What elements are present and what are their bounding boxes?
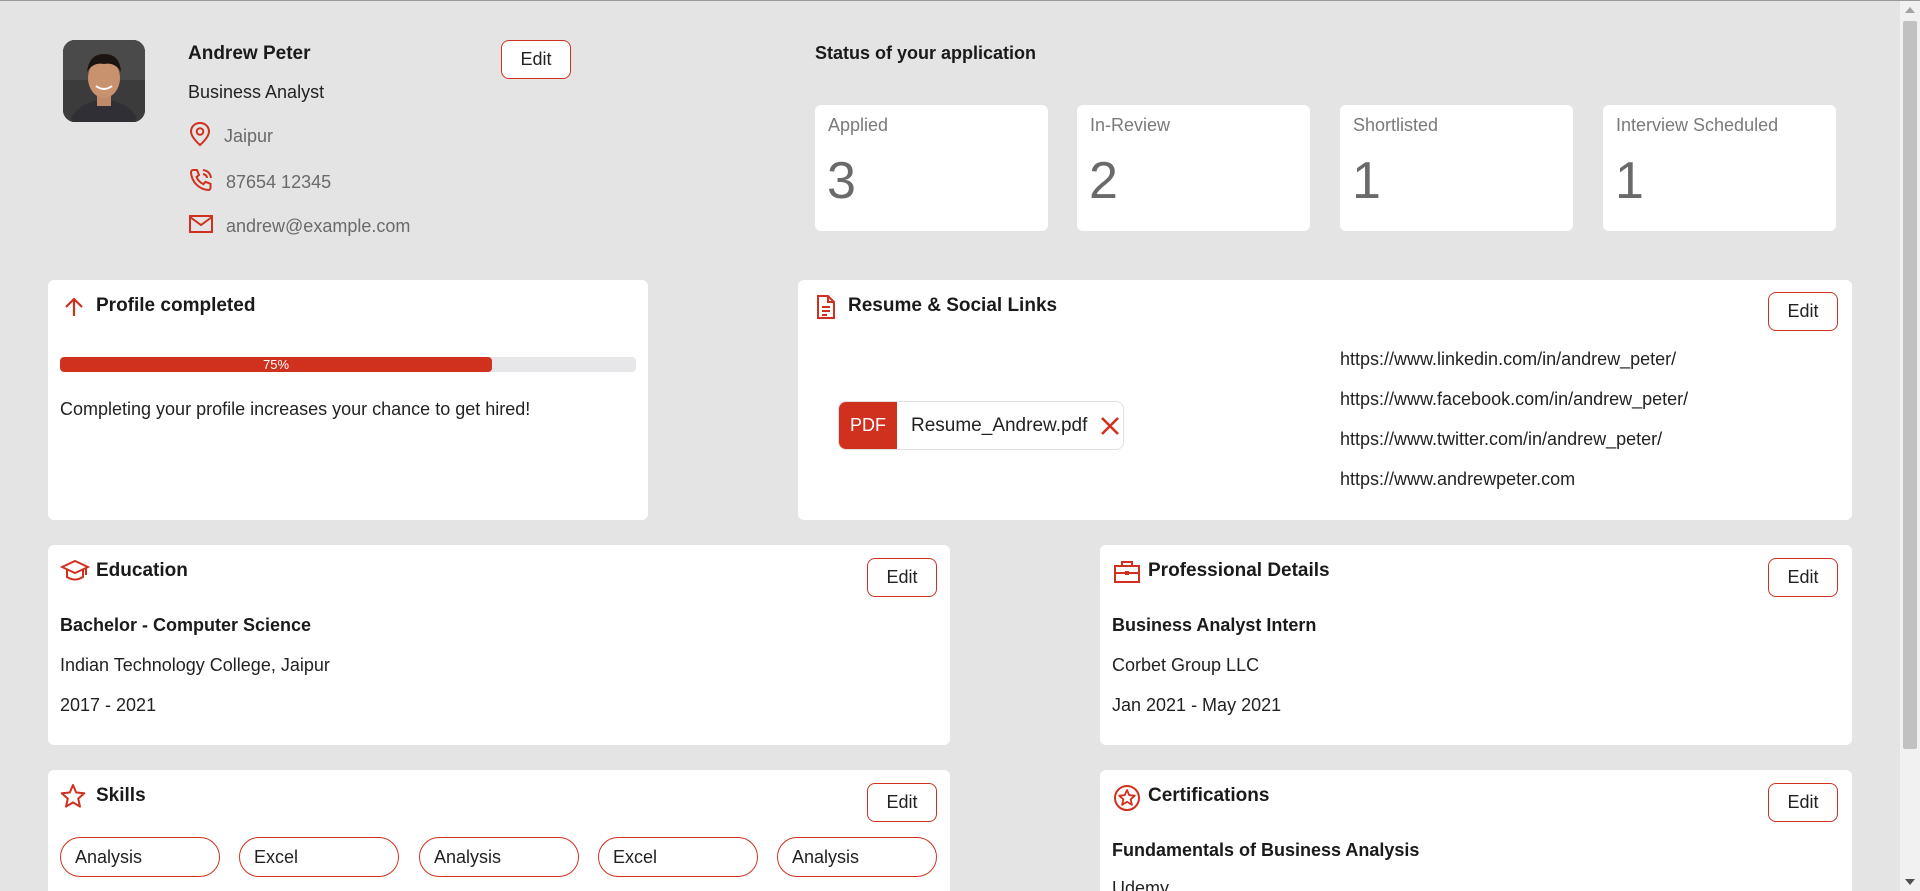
resume-title: Resume & Social Links xyxy=(848,295,1058,316)
website-link[interactable]: https://www.andrewpeter.com xyxy=(1340,469,1575,490)
status-count: 3 xyxy=(827,152,856,210)
skills-edit-button[interactable]: Edit xyxy=(867,783,937,822)
scroll-down-arrow-icon[interactable] xyxy=(1905,879,1915,885)
certification-name: Fundamentals of Business Analysis xyxy=(1112,840,1420,860)
document-icon xyxy=(815,294,837,325)
mail-icon xyxy=(188,212,214,241)
profile-completion-message: Completing your profile increases your c… xyxy=(60,399,531,419)
avatar xyxy=(63,40,145,122)
phone-row: 87654 12345 xyxy=(188,167,331,198)
status-count: 1 xyxy=(1615,152,1644,210)
twitter-link[interactable]: https://www.twitter.com/in/andrew_peter/ xyxy=(1340,429,1662,450)
email-text: andrew@example.com xyxy=(226,216,411,236)
status-count: 1 xyxy=(1352,152,1381,210)
scroll-up-arrow-icon[interactable] xyxy=(1905,7,1915,13)
profile-progress-fill: 75% xyxy=(60,357,492,372)
professional-company: Corbet Group LLC xyxy=(1112,655,1260,675)
profile-completion-title: Profile completed xyxy=(96,295,256,316)
certification-issuer: Udemy xyxy=(1112,878,1170,891)
location-pin-icon xyxy=(188,121,212,152)
location-row: Jaipur xyxy=(188,121,273,152)
skill-pill[interactable]: Excel xyxy=(239,837,399,877)
linkedin-link[interactable]: https://www.linkedin.com/in/andrew_peter… xyxy=(1340,349,1676,370)
resume-edit-button[interactable]: Edit xyxy=(1768,292,1838,331)
briefcase-icon xyxy=(1113,559,1141,590)
status-card-shortlisted[interactable]: Shortlisted 1 xyxy=(1340,105,1573,231)
scrollbar-thumb[interactable] xyxy=(1903,21,1917,749)
status-title: Status of your application xyxy=(815,43,1037,63)
skill-pill[interactable]: Analysis xyxy=(419,837,579,877)
status-label: In-Review xyxy=(1090,115,1171,135)
education-years: 2017 - 2021 xyxy=(60,695,157,715)
phone-text: 87654 12345 xyxy=(226,172,332,192)
email-row: andrew@example.com xyxy=(188,212,410,241)
status-card-applied[interactable]: Applied 3 xyxy=(815,105,1048,231)
vertical-scrollbar[interactable] xyxy=(1900,1,1920,891)
profile-name: Andrew Peter xyxy=(188,43,311,64)
facebook-link[interactable]: https://www.facebook.com/in/andrew_peter… xyxy=(1340,389,1688,410)
skill-pill[interactable]: Analysis xyxy=(777,837,937,877)
skills-title: Skills xyxy=(96,785,146,806)
graduation-cap-icon xyxy=(59,558,91,589)
education-degree: Bachelor - Computer Science xyxy=(60,615,312,635)
close-icon[interactable] xyxy=(1099,415,1121,437)
arrow-up-icon xyxy=(62,295,86,324)
status-label: Interview Scheduled xyxy=(1616,115,1779,135)
profile-role: Business Analyst xyxy=(188,82,325,102)
profile-progress-bar: 75% xyxy=(60,357,636,372)
star-icon xyxy=(60,783,86,814)
profile-edit-button[interactable]: Edit xyxy=(501,40,571,79)
professional-title: Professional Details xyxy=(1148,560,1330,581)
professional-period: Jan 2021 - May 2021 xyxy=(1112,695,1282,715)
phone-icon xyxy=(188,167,214,198)
resume-file-chip[interactable]: PDF Resume_Andrew.pdf xyxy=(838,401,1124,450)
award-icon xyxy=(1113,784,1141,817)
status-label: Shortlisted xyxy=(1353,115,1439,135)
skill-pill[interactable]: Excel xyxy=(598,837,758,877)
pdf-badge: PDF xyxy=(839,402,897,449)
certifications-title: Certifications xyxy=(1148,785,1270,806)
status-count: 2 xyxy=(1089,152,1118,210)
professional-edit-button[interactable]: Edit xyxy=(1768,558,1838,597)
location-text: Jaipur xyxy=(224,126,274,146)
resume-file-name: Resume_Andrew.pdf xyxy=(911,414,1088,436)
skill-pill[interactable]: Analysis xyxy=(60,837,220,877)
education-edit-button[interactable]: Edit xyxy=(867,558,937,597)
status-label: Applied xyxy=(828,115,889,135)
education-title: Education xyxy=(96,560,188,581)
profile-progress-label: 75% xyxy=(262,357,290,372)
education-institution: Indian Technology College, Jaipur xyxy=(60,655,330,675)
status-card-in-review[interactable]: In-Review 2 xyxy=(1077,105,1310,231)
professional-position: Business Analyst Intern xyxy=(1112,615,1317,635)
certifications-edit-button[interactable]: Edit xyxy=(1768,783,1838,822)
status-card-interview-scheduled[interactable]: Interview Scheduled 1 xyxy=(1603,105,1836,231)
